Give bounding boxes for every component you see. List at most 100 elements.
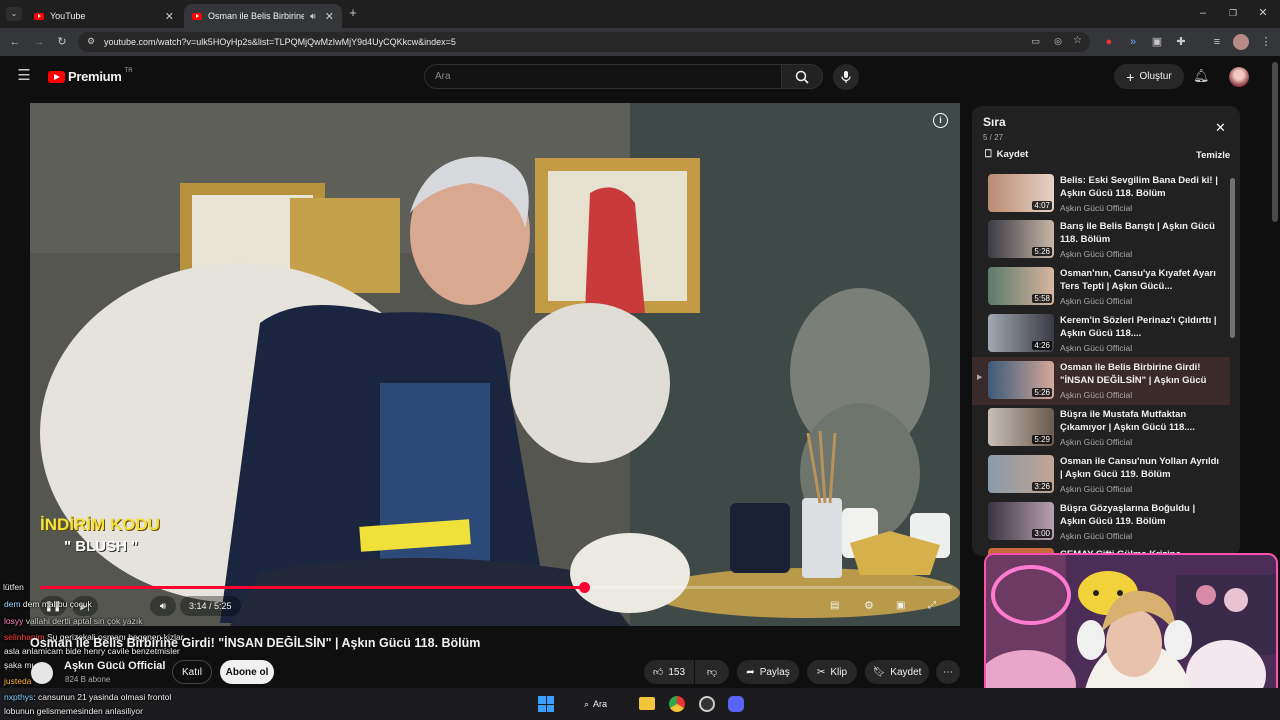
restore-window-icon[interactable]: ❐ — [1226, 6, 1240, 20]
channel-avatar[interactable] — [31, 662, 53, 684]
tab-search-list-icon[interactable]: ≡ — [1210, 35, 1224, 49]
discord-icon[interactable] — [728, 696, 744, 712]
forward-icon[interactable]: → — [32, 35, 46, 49]
site-info-icon[interactable]: ⚙ — [87, 36, 95, 47]
close-tab-icon[interactable]: ✕ — [325, 10, 334, 23]
queue-item-channel: Aşkın Gücü Official — [1060, 296, 1133, 306]
reload-icon[interactable]: ↻ — [55, 35, 69, 49]
close-window-icon[interactable]: ✕ — [1256, 6, 1270, 20]
browser-menu-icon[interactable]: ⋮ — [1259, 35, 1273, 49]
clip-button[interactable]: ✂ Klip — [807, 660, 857, 684]
chat-line: nxpthys: cansunun 21 yasinda olmasi fron… — [4, 692, 172, 702]
more-actions-button[interactable]: ⋯ — [936, 660, 960, 684]
eye-off-icon[interactable]: ◎ — [1054, 36, 1062, 47]
queue-item[interactable]: 5:26 Barış ile Belis Barıştı | Aşkın Güc… — [972, 218, 1230, 264]
share-button[interactable]: ➦ Paylaş — [737, 660, 799, 684]
new-tab-icon[interactable]: + — [346, 6, 360, 20]
page-scrollbar[interactable] — [1272, 62, 1278, 222]
queue-item-channel: Aşkın Gücü Official — [1060, 249, 1133, 259]
chat-line: justeda — [4, 676, 32, 686]
info-icon[interactable]: i — [933, 113, 948, 128]
channel-name[interactable]: Aşkın Gücü Official — [64, 660, 165, 672]
miniplayer-button[interactable]: ▣ — [896, 600, 905, 611]
queue-item[interactable]: 3:00 Büşra Gözyaşlarına Boğuldu | Aşkın … — [972, 500, 1230, 546]
hamburger-menu-icon[interactable]: ☰ — [16, 68, 32, 83]
account-avatar[interactable] — [1229, 67, 1249, 87]
now-playing-indicator-icon: ▶ — [977, 374, 983, 381]
chat-line: losyy vallahi dertli aptal sin çok yazık — [4, 616, 143, 626]
tab-title: YouTube — [50, 11, 86, 21]
extension-box-icon[interactable]: ▣ — [1150, 35, 1164, 49]
close-tab-icon[interactable]: ✕ — [165, 10, 174, 23]
cast-icon[interactable]: ▭ — [1031, 36, 1040, 47]
obs-icon[interactable] — [699, 696, 715, 712]
queue-scrollbar[interactable] — [1230, 178, 1235, 338]
video-frame-scene — [30, 103, 960, 626]
volume-button[interactable]: 🔊︎ — [150, 596, 176, 616]
queue-item[interactable]: 4:26 Kerem'in Sözleri Perinaz'ı Çıldırtt… — [972, 312, 1230, 358]
queue-clear-button[interactable]: Temizle — [1196, 150, 1230, 161]
back-icon[interactable]: ← — [8, 35, 22, 49]
chrome-icon[interactable] — [669, 696, 685, 712]
tab-current-video[interactable]: Osman ile Belis Birbirine Gi... 🔊︎ ✕ — [184, 4, 342, 28]
search-icon: ⌕ — [584, 698, 590, 709]
tab-youtube[interactable]: YouTube ✕ — [26, 4, 182, 28]
queue-item-title: Osman'nın, Cansu'ya Kıyafet Ayarı Ters T… — [1060, 268, 1216, 292]
extension-red-icon[interactable]: ● — [1102, 35, 1116, 49]
address-bar[interactable]: ⚙ youtube.com/watch?v=ulk5HOyHp2s&list=T… — [78, 32, 1090, 52]
promo-code-line1: İNDİRİM KODU — [40, 515, 160, 534]
youtube-play-logo-icon — [48, 70, 65, 83]
close-queue-icon[interactable]: ✕ — [1215, 120, 1226, 136]
video-thumbnail: 5:26 — [988, 361, 1054, 399]
playlist-queue-panel: Sıra 5 / 27 ✕ ⎕ Kaydet Temizle 4:07 Beli… — [972, 106, 1240, 556]
youtube-favicon-icon — [34, 12, 44, 20]
queue-item[interactable]: 4:07 Belis: Eski Sevgilim Bana Dedi ki! … — [972, 172, 1230, 218]
profile-avatar-icon[interactable] — [1233, 34, 1249, 50]
queue-item[interactable]: 5:29 Büşra ile Mustafa Mutfaktan Çıkamıy… — [972, 406, 1230, 452]
windows-start-icon[interactable] — [538, 696, 554, 712]
join-label: Katıl — [181, 666, 202, 678]
video-title: Osman ile Belis Birbirine Girdi! "İNSAN … — [30, 636, 481, 650]
plus-icon: + — [1126, 68, 1135, 85]
minimize-window-icon[interactable]: – — [1196, 6, 1210, 20]
taskbar-search[interactable]: ⌕ Ara — [578, 694, 622, 714]
file-explorer-icon[interactable] — [639, 697, 655, 710]
queue-save-button[interactable]: ⎕ Kaydet — [985, 148, 1028, 161]
audio-playing-icon[interactable]: 🔊︎ — [310, 11, 316, 22]
fullscreen-button[interactable]: ⤢ — [928, 600, 936, 611]
extension-audio-icon[interactable]: » — [1126, 35, 1140, 49]
search-input[interactable]: Ara — [424, 64, 782, 89]
queue-list: 4:07 Belis: Eski Sevgilim Bana Dedi ki! … — [972, 170, 1240, 556]
subscribe-label: Abone ol — [225, 666, 269, 678]
extensions-puzzle-icon[interactable]: ✚ — [1174, 35, 1188, 49]
premium-logo-text: Premium — [68, 69, 122, 84]
create-button[interactable]: + Oluştur — [1114, 64, 1184, 89]
bookmark-star-icon[interactable]: ☆ — [1073, 35, 1082, 46]
queue-item-channel: Aşkın Gücü Official — [1060, 203, 1133, 213]
like-button[interactable]: 👍︎ 153 — [644, 660, 694, 684]
subtitles-button[interactable]: ▤ — [830, 600, 839, 611]
subscribe-button[interactable]: Abone ol — [220, 660, 274, 684]
tab-search-icon[interactable]: ⌄ — [6, 7, 22, 21]
join-button[interactable]: Katıl — [172, 660, 212, 684]
notifications-bell-icon[interactable]: 🔔︎ — [1193, 69, 1210, 83]
queue-item[interactable]: 5:58 Osman'nın, Cansu'ya Kıyafet Ayarı T… — [972, 265, 1230, 311]
chat-line: lobunun gelismemesinden anlasiliyor — [4, 706, 143, 716]
queue-item[interactable]: 3:26 Osman ile Cansu'nun Yolları Ayrıldı… — [972, 453, 1230, 499]
video-thumbnail: 3:26 — [988, 455, 1054, 493]
chat-line: lütfen — [3, 582, 24, 592]
voice-search-button[interactable] — [833, 64, 859, 90]
region-code: TR — [124, 67, 133, 74]
thumbs-down-icon: 👎︎ — [706, 667, 718, 678]
youtube-logo[interactable]: Premium TR — [48, 67, 133, 84]
dislike-button[interactable]: 👎︎ — [695, 660, 729, 684]
video-player[interactable]: İNDİRİM KODU " BLUSH " i ❚❚ ▶| 🔊︎ 3:14 /… — [30, 103, 960, 626]
search-button[interactable] — [781, 64, 823, 89]
bookmark-icon: ⎕ — [985, 148, 992, 160]
save-button[interactable]: 🔖︎ Kaydet — [865, 660, 929, 684]
queue-item-channel: Aşkın Gücü Official — [1060, 390, 1133, 400]
progress-scrubber-handle[interactable] — [579, 582, 590, 593]
settings-gear-icon[interactable]: ⚙ — [864, 599, 874, 612]
queue-item-current[interactable]: ▶ 5:26 Osman ile Belis Birbirine Girdi! … — [972, 357, 1230, 405]
progress-bar-track[interactable] — [40, 582, 952, 593]
